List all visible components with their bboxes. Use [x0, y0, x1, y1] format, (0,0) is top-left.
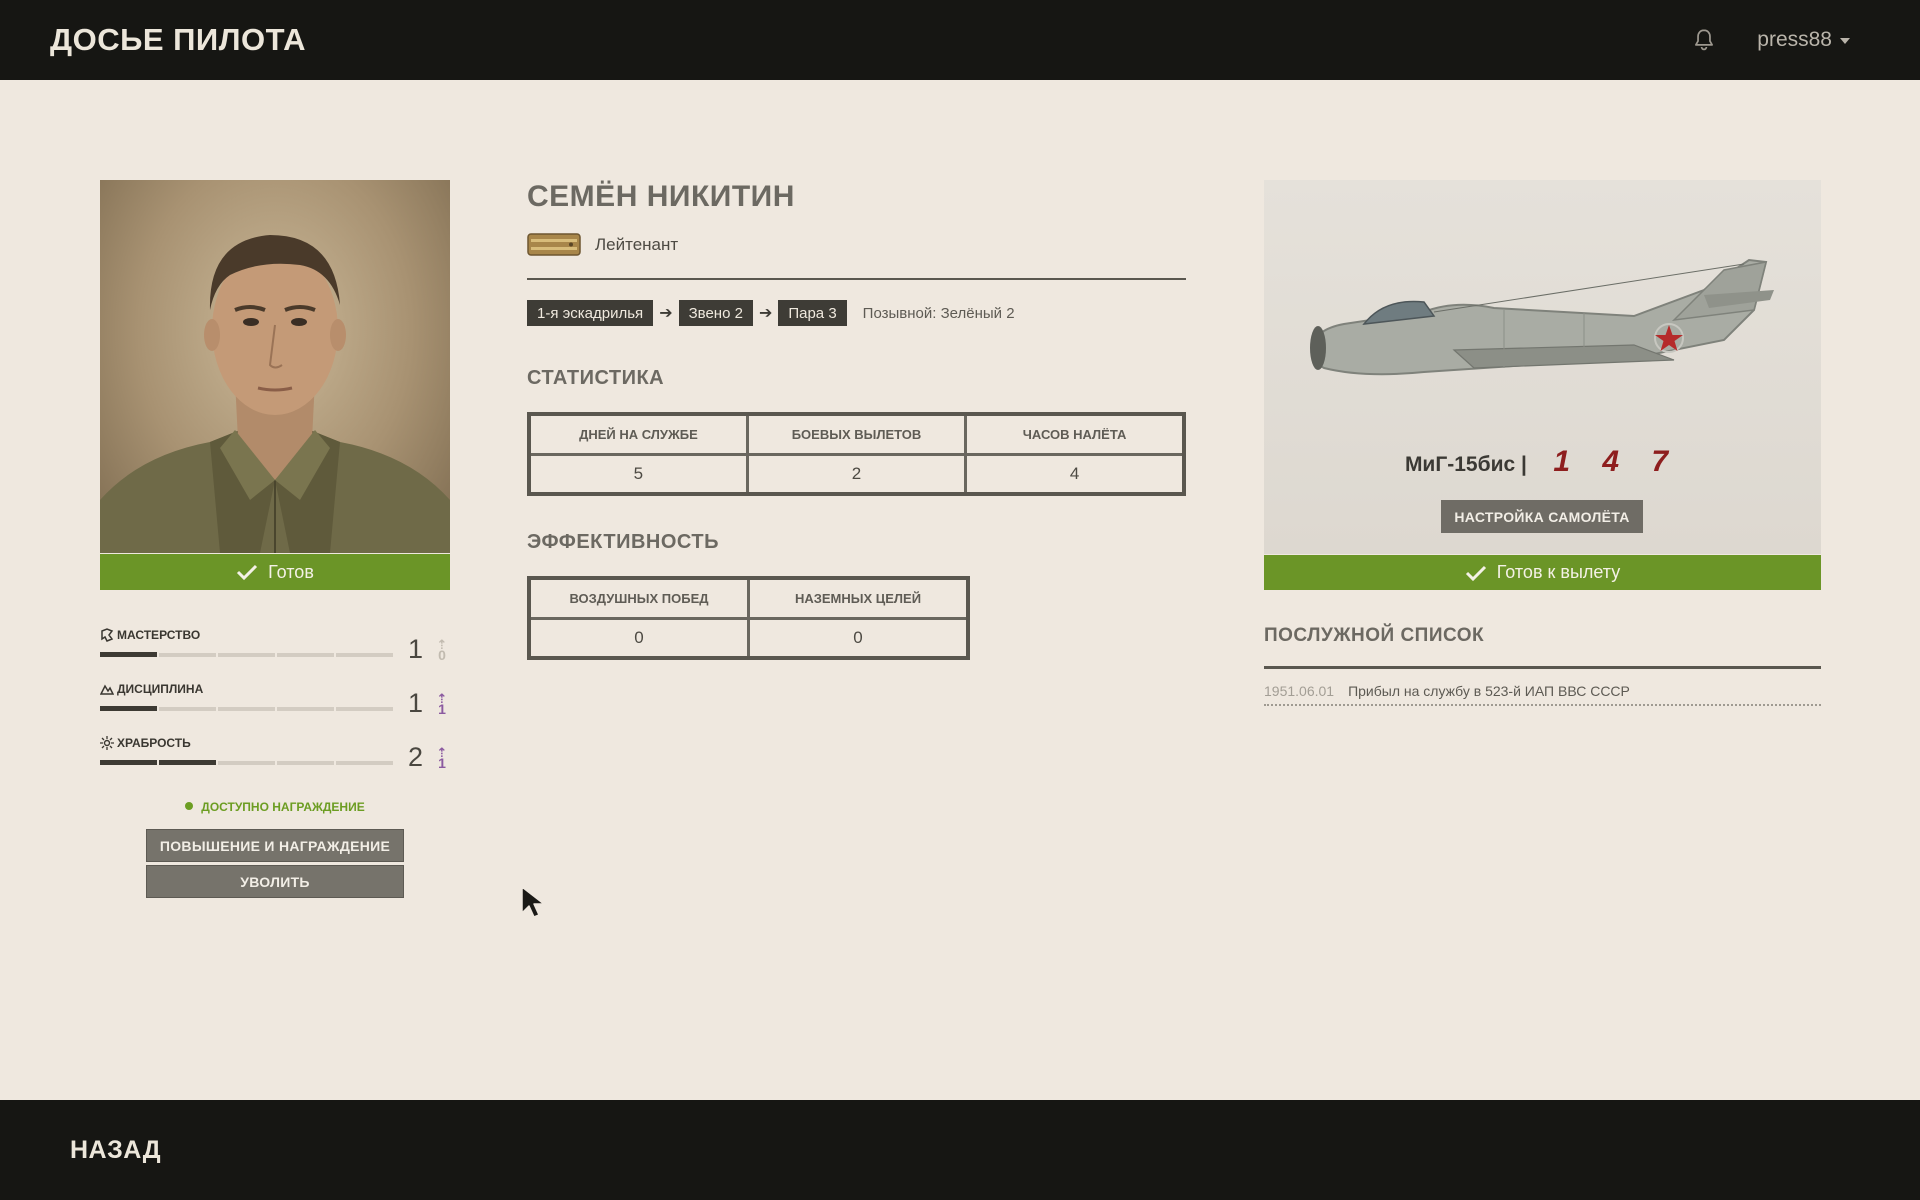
award-available-note: ДОСТУПНО НАГРАЖДЕНИЕ: [100, 800, 450, 814]
chevron-down-icon: [1840, 38, 1850, 44]
app-title: ДОСЬЕ ПИЛОТА: [50, 22, 306, 57]
pair-chip[interactable]: Пара 3: [778, 300, 847, 326]
list-item: 1951.06.01 Прибыл на службу в 523-й ИАП …: [1264, 678, 1821, 706]
pilot-status: Готов: [268, 561, 314, 582]
table-header: ВОЗДУШНЫХ ПОБЕД: [527, 576, 750, 620]
skill-bravery: ХРАБРОСТЬ 2 ⇡ 1: [100, 736, 450, 776]
status-dot-icon: [185, 802, 194, 810]
table-header-row: ДНЕЙ НА СЛУЖБЕ БОЕВЫХ ВЫЛЕТОВ ЧАСОВ НАЛЁ…: [527, 412, 1186, 456]
rank-label: Лейтенант: [595, 234, 679, 254]
skill-value: 2: [408, 742, 424, 772]
table-header: БОЕВЫХ ВЫЛЕТОВ: [745, 412, 968, 456]
check-icon: [237, 564, 258, 581]
table-cell: 0: [747, 616, 970, 660]
aircraft-model: МиГ-15бис |: [1404, 453, 1527, 476]
squadron-chip[interactable]: 1-я эскадрилья: [527, 300, 654, 326]
skill-value: 1: [408, 688, 424, 718]
skill-discipline: ДИСЦИПЛИНА 1 ⇡ 1: [100, 682, 450, 722]
table-header-row: ВОЗДУШНЫХ ПОБЕД НАЗЕМНЫХ ЦЕЛЕЙ: [527, 576, 970, 620]
bravery-icon: [100, 736, 114, 750]
skill-label: ДИСЦИПЛИНА: [100, 682, 203, 696]
skill-level-bar: [100, 652, 393, 657]
skill-level-bar: [100, 706, 393, 711]
aircraft-tail-number: 1 4 7: [1553, 445, 1681, 478]
top-bar: ДОСЬЕ ПИЛОТА press88: [0, 0, 1920, 80]
mastery-icon: [101, 628, 114, 642]
mouse-cursor-icon: [521, 886, 545, 918]
pilot-portrait: [100, 180, 450, 553]
bottom-bar: НАЗАД: [0, 1100, 1920, 1200]
table-cell: 2: [745, 452, 968, 496]
unit-breadcrumb: 1-я эскадрилья ➔ Звено 2 ➔ Пара 3 Позывн…: [527, 300, 1015, 326]
aircraft-status-bar: Готов к вылету: [1264, 555, 1821, 590]
table-cell: 4: [964, 452, 1186, 496]
skill-value: 1: [408, 634, 424, 664]
skill-label: МАСТЕРСТВО: [100, 628, 200, 642]
aircraft-status: Готов к вылету: [1496, 562, 1621, 582]
arrow-right-icon: ➔: [659, 305, 673, 322]
service-record-divider: [1264, 666, 1821, 669]
check-icon: [1465, 565, 1486, 581]
efficiency-table: ВОЗДУШНЫХ ПОБЕД НАЗЕМНЫХ ЦЕЛЕЙ 0 0: [527, 576, 970, 660]
arrow-right-icon: ➔: [758, 305, 773, 322]
flight-chip[interactable]: Звено 2: [678, 300, 753, 326]
service-record-title: ПОСЛУЖНОЙ СПИСОК: [1264, 625, 1485, 646]
promote-award-button[interactable]: ПОВЫШЕНИЕ И НАГРАЖДЕНИЕ: [146, 829, 404, 862]
user-menu[interactable]: press88: [1757, 28, 1850, 52]
table-header: НАЗЕМНЫХ ЦЕЛЕЙ: [747, 576, 970, 620]
pilot-status-bar: Готов: [100, 554, 450, 590]
efficiency-title: ЭФФЕКТИВНОСТЬ: [527, 531, 719, 553]
skill-label: ХРАБРОСТЬ: [100, 736, 191, 750]
rank-row: Лейтенант: [527, 232, 678, 257]
discipline-icon: [100, 684, 114, 695]
aircraft-card: МиГ-15бис | 1 4 7 НАСТРОЙКА САМОЛЁТА: [1264, 180, 1821, 554]
rank-insignia-icon: [527, 233, 581, 256]
callsign: Позывной: Зелёный 2: [862, 304, 1015, 322]
statistics-title: СТАТИСТИКА: [527, 367, 665, 389]
table-row: 5 2 4: [527, 452, 1186, 496]
table-cell: 0: [527, 616, 750, 660]
skill-level-bar: [100, 760, 393, 765]
skill-upgrade[interactable]: ⇡ 1: [436, 746, 448, 770]
topbar-right: press88: [1691, 27, 1870, 53]
back-button[interactable]: НАЗАД: [70, 1136, 161, 1165]
username: press88: [1757, 28, 1832, 51]
table-header: ДНЕЙ НА СЛУЖБЕ: [527, 412, 749, 456]
table-header: ЧАСОВ НАЛЁТА: [964, 412, 1186, 456]
aircraft-name-row: МиГ-15бис | 1 4 7: [1264, 445, 1821, 479]
entry-date: 1951.06.01: [1264, 683, 1335, 699]
statistics-table: ДНЕЙ НА СЛУЖБЕ БОЕВЫХ ВЫЛЕТОВ ЧАСОВ НАЛЁ…: [527, 412, 1186, 496]
skill-upgrade: ⇡ 0: [436, 637, 448, 663]
table-cell: 5: [527, 452, 749, 496]
skill-upgrade[interactable]: ⇡ 1: [436, 692, 448, 716]
table-row: 0 0: [527, 616, 970, 660]
entry-text: Прибыл на службу в 523-й ИАП ВВС СССР: [1348, 683, 1630, 699]
pilot-name: СЕМЁН НИКИТИН: [527, 180, 795, 213]
aircraft-setup-button[interactable]: НАСТРОЙКА САМОЛЁТА: [1441, 500, 1643, 533]
bell-icon[interactable]: [1691, 27, 1717, 53]
skill-mastery: МАСТЕРСТВО 1 ⇡ 0: [100, 628, 450, 668]
aircraft-image: [1310, 258, 1774, 376]
dismiss-button[interactable]: УВОЛИТЬ: [146, 865, 404, 898]
header-divider: [527, 278, 1186, 280]
